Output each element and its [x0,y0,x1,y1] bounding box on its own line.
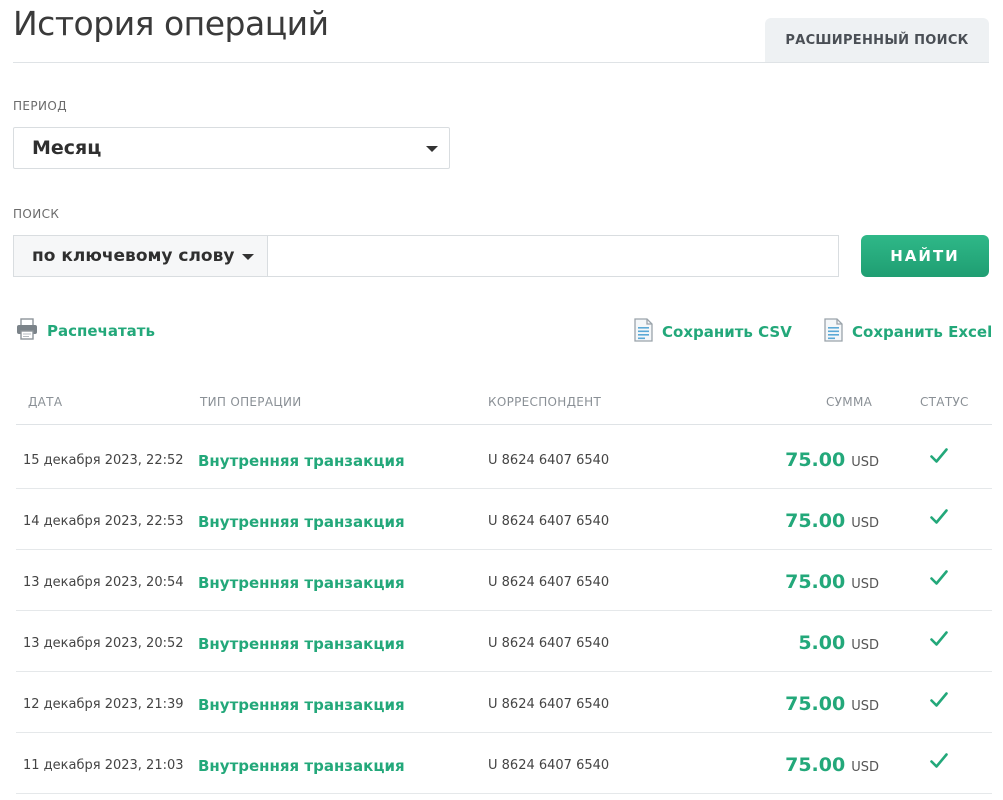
period-value: Месяц [32,137,102,159]
row-date: 12 декабря 2023, 21:39 [23,697,184,712]
amount-value: 75.00 [785,571,846,593]
find-button[interactable]: НАЙТИ [861,235,989,277]
amount-currency: USD [851,455,879,470]
save-excel-label: Сохранить Excel [852,323,993,341]
row-operation-type-link[interactable]: Внутренняя транзакция [198,635,405,653]
row-operation-type-link[interactable]: Внутренняя транзакция [198,574,405,592]
table-header-divider [16,424,992,425]
search-label: ПОИСК [13,207,60,221]
checkmark-icon [930,692,948,712]
amount-currency: USD [851,638,879,653]
amount-currency: USD [851,516,879,531]
caret-down-icon [426,146,438,152]
row-correspondent: U 8624 6407 6540 [488,697,610,712]
print-link-label: Распечатать [47,322,155,340]
row-amount: 75.00 USD [785,693,879,715]
column-header-status: СТАТУС [920,395,969,409]
row-operation-type-link[interactable]: Внутренняя транзакция [198,452,405,470]
row-amount: 75.00 USD [785,571,879,593]
amount-value: 75.00 [785,754,846,776]
row-correspondent: U 8624 6407 6540 [488,636,610,651]
search-input[interactable] [267,235,839,277]
row-correspondent: U 8624 6407 6540 [488,575,610,590]
table-row[interactable]: 11 декабря 2023, 21:03 Внутренняя транза… [16,733,992,794]
advanced-search-tab[interactable]: РАСШИРЕННЫЙ ПОИСК [765,18,989,62]
column-header-correspondent: КОРРЕСПОНДЕНТ [488,395,602,409]
checkmark-icon [930,753,948,773]
row-correspondent: U 8624 6407 6540 [488,514,610,529]
save-excel-link[interactable]: Сохранить Excel [822,317,992,347]
search-type-value: по ключевому слову [32,246,235,266]
table-row[interactable]: 14 декабря 2023, 22:53 Внутренняя транза… [16,489,992,550]
row-amount: 75.00 USD [785,449,879,471]
table-row[interactable]: 12 декабря 2023, 21:39 Внутренняя транза… [16,672,992,733]
save-csv-link[interactable]: Сохранить CSV [632,317,792,347]
checkmark-icon [930,448,948,468]
row-operation-type-link[interactable]: Внутренняя транзакция [198,696,405,714]
document-icon [822,317,844,347]
checkmark-icon [930,509,948,529]
row-date: 14 декабря 2023, 22:53 [23,514,184,529]
row-date: 15 декабря 2023, 22:52 [23,453,184,468]
amount-value: 75.00 [785,510,846,532]
column-header-date: ДАТА [28,395,63,409]
row-divider [16,793,992,794]
table-row[interactable]: 13 декабря 2023, 20:54 Внутренняя транза… [16,550,992,611]
caret-down-icon [242,254,254,260]
row-operation-type-link[interactable]: Внутренняя транзакция [198,757,405,775]
row-amount: 75.00 USD [785,510,879,532]
column-header-amount: СУММА [826,395,873,409]
print-link[interactable]: Распечатать [15,317,155,345]
row-date: 13 декабря 2023, 20:52 [23,636,184,651]
printer-icon [15,317,39,345]
period-label: ПЕРИОД [13,99,68,113]
header-divider [13,62,989,63]
row-amount: 75.00 USD [785,754,879,776]
amount-currency: USD [851,699,879,714]
row-operation-type-link[interactable]: Внутренняя транзакция [198,513,405,531]
row-correspondent: U 8624 6407 6540 [488,453,610,468]
row-correspondent: U 8624 6407 6540 [488,758,610,773]
amount-currency: USD [851,577,879,592]
save-csv-label: Сохранить CSV [662,323,792,341]
row-date: 11 декабря 2023, 21:03 [23,758,184,773]
table-row[interactable]: 13 декабря 2023, 20:52 Внутренняя транза… [16,611,992,672]
amount-value: 75.00 [785,449,846,471]
amount-currency: USD [851,760,879,775]
column-header-type: ТИП ОПЕРАЦИИ [200,395,302,409]
search-type-select[interactable]: по ключевому слову [13,235,267,277]
checkmark-icon [930,631,948,651]
checkmark-icon [930,570,948,590]
row-date: 13 декабря 2023, 20:54 [23,575,184,590]
amount-value: 75.00 [785,693,846,715]
amount-value: 5.00 [798,632,846,654]
period-select[interactable]: Месяц [13,127,450,169]
table-row[interactable]: 15 декабря 2023, 22:52 Внутренняя транза… [16,428,992,489]
row-amount: 5.00 USD [798,632,879,654]
document-icon [632,317,654,347]
page-title: История операций [13,4,329,43]
